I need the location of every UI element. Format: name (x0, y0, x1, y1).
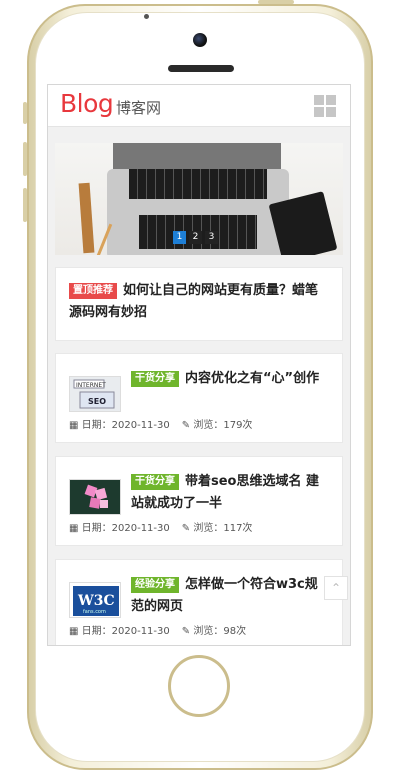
logo-text[interactable]: Blog (60, 89, 114, 118)
post-views-text: 浏览：179次 (193, 420, 253, 431)
post-title[interactable]: 经验分享 怎样做一个符合w3c规范的网页 (131, 574, 330, 618)
post-meta: ▦ 日期：2020-11-30 ✎ 浏览：117次 (69, 519, 252, 534)
post-card[interactable]: INTERNET SEO 干货分享 内容优化之有“心”创作 ▦ 日期：2020-1… (55, 353, 343, 443)
grid-menu-icon[interactable] (314, 95, 336, 117)
phone-screen: Blog 博客网 1 2 3 置顶推荐 如何让自己的网站更有质量？蜡笔源码网有妙招… (47, 84, 351, 646)
pen-icon: ✎ (181, 626, 191, 637)
side-button (23, 102, 27, 124)
post-meta: ▦ 日期：2020-11-30 ✎ 浏览：179次 (69, 416, 252, 431)
svg-text:W3C: W3C (77, 593, 115, 609)
top-post-title[interactable]: 置顶推荐 如何让自己的网站更有质量？蜡笔源码网有妙招 (69, 280, 330, 324)
post-card[interactable]: 干货分享 带着seo思维选域名 建站就成功了一半 ▦ 日期：2020-11-30 … (55, 456, 343, 546)
top-post-card[interactable]: 置顶推荐 如何让自己的网站更有质量？蜡笔源码网有妙招 (55, 267, 343, 341)
post-tag: 干货分享 (131, 474, 179, 490)
front-sensor (144, 14, 149, 19)
post-views: ✎ 浏览：179次 (182, 416, 253, 431)
slider-dot[interactable]: 2 (189, 231, 202, 244)
banner-image-keyboard (129, 169, 267, 199)
top-post-tag: 置顶推荐 (69, 283, 117, 299)
site-header: Blog 博客网 (48, 85, 350, 127)
post-tag: 干货分享 (131, 371, 179, 387)
post-title[interactable]: 干货分享 带着seo思维选域名 建站就成功了一半 (131, 471, 330, 515)
post-date-text: 日期：2020-11-30 (81, 626, 170, 637)
pen-icon: ✎ (181, 420, 191, 431)
calendar-icon: ▦ (69, 523, 79, 534)
pen-icon: ✎ (181, 523, 191, 534)
svg-text:SEO: SEO (88, 397, 106, 406)
front-camera (193, 33, 207, 47)
post-views: ✎ 浏览：117次 (182, 519, 253, 534)
post-date: ▦ 日期：2020-11-30 (69, 416, 170, 431)
svg-text:fans.com: fans.com (83, 609, 106, 615)
post-title-text[interactable]: 内容优化之有“心”创作 (185, 371, 319, 386)
post-date: ▦ 日期：2020-11-30 (69, 622, 170, 637)
chevron-up-icon[interactable]: ⌃ (324, 576, 348, 600)
post-date-text: 日期：2020-11-30 (81, 523, 170, 534)
earpiece-speaker (168, 65, 234, 72)
w3c-logo-icon[interactable]: W3C fans.com (69, 582, 121, 618)
calendar-icon: ▦ (69, 420, 79, 431)
sticky-notes-icon[interactable] (69, 479, 121, 515)
post-meta: ▦ 日期：2020-11-30 ✎ 浏览：98次 (69, 622, 246, 637)
post-date-text: 日期：2020-11-30 (81, 420, 170, 431)
banner-image-laptop-screen (113, 143, 281, 169)
post-tag: 经验分享 (131, 577, 179, 593)
calendar-icon: ▦ (69, 626, 79, 637)
side-button (23, 142, 27, 176)
post-views-text: 浏览：117次 (193, 523, 253, 534)
svg-text:INTERNET: INTERNET (76, 382, 106, 389)
home-button[interactable] (168, 655, 230, 717)
slider-pager: 1 2 3 (173, 231, 218, 244)
banner-image-ruler (78, 182, 95, 254)
logo-subtitle[interactable]: 博客网 (116, 97, 161, 118)
side-button (258, 0, 294, 4)
post-title[interactable]: 干货分享 内容优化之有“心”创作 (131, 368, 330, 390)
banner-slider[interactable]: 1 2 3 (55, 143, 343, 255)
post-date: ▦ 日期：2020-11-30 (69, 519, 170, 534)
side-button (23, 188, 27, 222)
slider-dot[interactable]: 1 (173, 231, 186, 244)
post-views: ✎ 浏览：98次 (182, 622, 246, 637)
seo-internet-icon[interactable]: INTERNET SEO (69, 376, 121, 412)
post-card[interactable]: W3C fans.com 经验分享 怎样做一个符合w3c规范的网页 ▦ 日期：20… (55, 559, 343, 645)
slider-dot[interactable]: 3 (205, 231, 218, 244)
post-views-text: 浏览：98次 (193, 626, 247, 637)
